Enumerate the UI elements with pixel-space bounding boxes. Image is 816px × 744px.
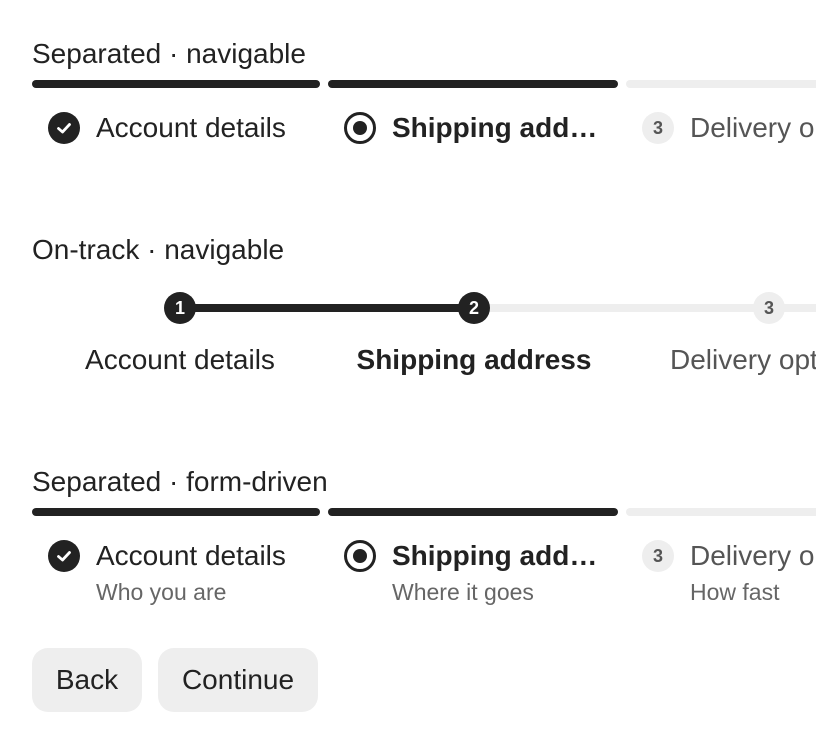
step-bar-3 [626,508,816,516]
step-label: Shipping address [392,540,602,571]
radio-active-icon [344,540,376,572]
check-icon [48,540,80,572]
step-label: Account details [96,540,286,571]
section-title-separated-form: Separated · form-driven [32,466,328,497]
step-description: Where it goes [392,579,534,605]
continue-button[interactable]: Continue [158,648,318,712]
step-number-badge: 3 [642,540,674,572]
step-label-shipping-address[interactable]: Shipping address [334,344,614,376]
step-bar-2 [328,80,618,88]
track-segment-done [180,304,474,312]
step-label: Delivery options [690,540,816,571]
step-bar-1 [32,80,320,88]
step-bar-1 [32,508,320,516]
step-delivery-options[interactable]: 3 Delivery options How fast [642,540,816,612]
back-button[interactable]: Back [32,648,142,712]
step-shipping-address[interactable]: Shipping address [344,112,624,148]
step-node-2[interactable]: 2 [458,292,490,324]
step-shipping-address[interactable]: Shipping address Where it goes [344,540,624,612]
step-label-account-details[interactable]: Account details [40,344,320,376]
step-bar-2 [328,508,618,516]
step-node-3[interactable]: 3 [753,292,785,324]
step-description: Who you are [96,579,227,605]
step-description: How fast [690,579,780,605]
step-number-badge: 3 [642,112,674,144]
section-title-separated-navigable: Separated · navigable [32,38,306,69]
step-account-details[interactable]: Account details [48,112,328,148]
radio-active-icon [344,112,376,144]
step-node-1[interactable]: 1 [164,292,196,324]
step-delivery-options[interactable]: 3 Delivery options [642,112,816,148]
step-label-delivery-options[interactable]: Delivery options [670,344,816,376]
stepper-demo-page: Separated · navigable Account details Sh… [0,0,816,744]
step-bar-3 [626,80,816,88]
step-label: Delivery options [690,112,816,143]
step-account-details[interactable]: Account details Who you are [48,540,328,612]
check-icon [48,112,80,144]
step-label: Account details [96,112,286,143]
step-label: Shipping address [392,112,602,143]
section-title-ontrack-navigable: On-track · navigable [32,234,285,265]
